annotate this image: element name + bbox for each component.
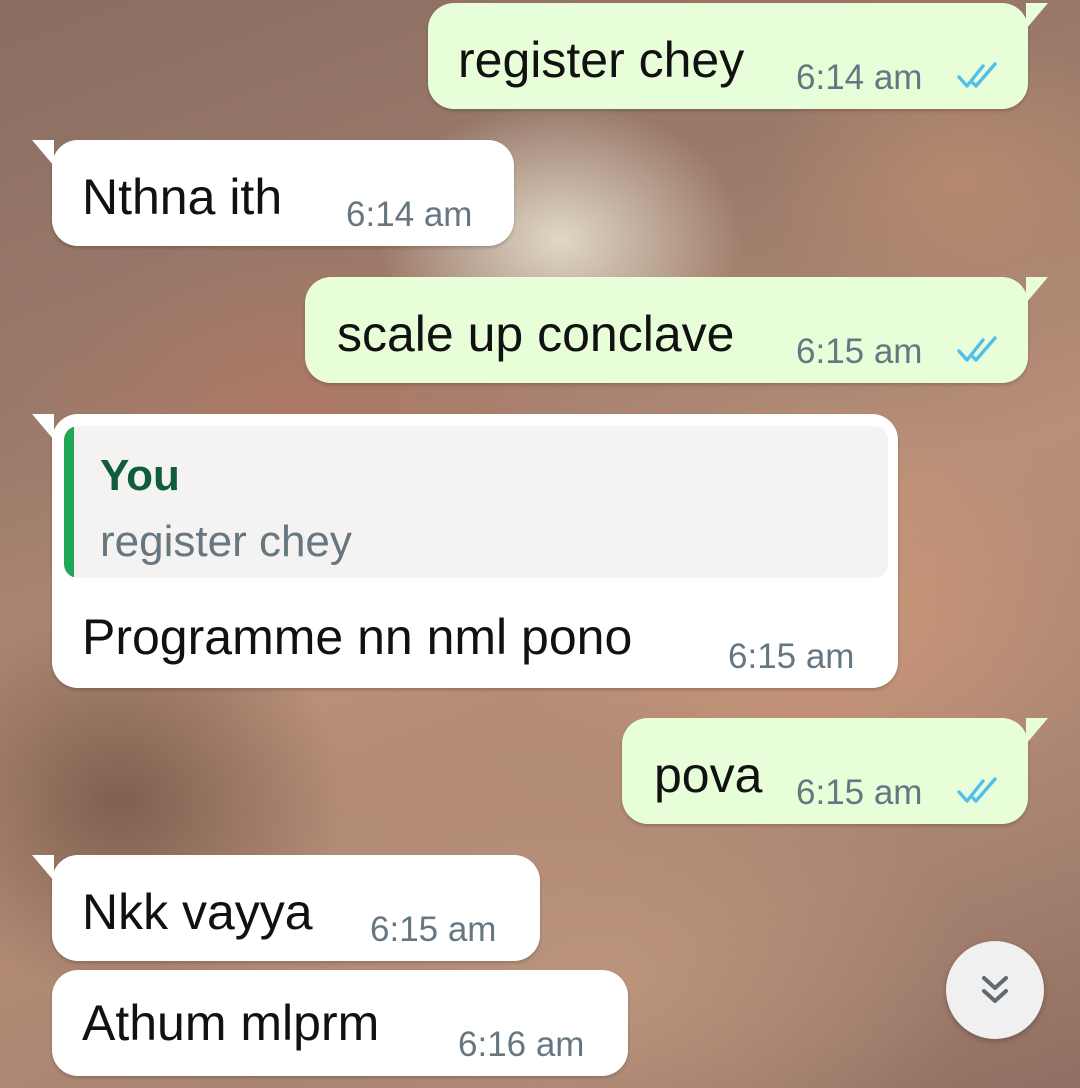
read-receipt-icon <box>957 777 997 803</box>
quote-accent-bar <box>64 426 74 578</box>
message-text: Athum mlprm <box>82 995 380 1051</box>
read-receipt-icon <box>957 336 997 362</box>
incoming-message-bubble[interactable]: You register chey Programme nn nml pono … <box>32 414 898 688</box>
double-chevron-down-icon <box>982 976 1008 1003</box>
incoming-message-bubble[interactable]: Athum mlprm 6:16 am <box>52 970 628 1076</box>
message-timestamp: 6:15 am <box>796 773 923 812</box>
message-text: Programme nn nml pono <box>82 609 633 665</box>
quoted-author: You <box>100 451 180 500</box>
incoming-message-bubble[interactable]: Nthna ith 6:14 am <box>32 140 514 246</box>
message-timestamp: 6:15 am <box>728 637 855 676</box>
message-timestamp: 6:14 am <box>346 195 473 234</box>
message-text: scale up conclave <box>337 306 735 362</box>
scroll-to-bottom-button[interactable] <box>946 941 1044 1039</box>
chat-screen: register chey 6:14 am Nthna ith 6:14 am … <box>0 0 1080 1088</box>
incoming-message-bubble[interactable]: Nkk vayya 6:15 am <box>32 855 540 961</box>
bubble-tail <box>32 140 54 166</box>
read-receipt-icon <box>957 62 997 88</box>
message-text: pova <box>654 747 763 803</box>
message-text: Nthna ith <box>82 169 283 225</box>
bubble-tail <box>32 855 54 881</box>
quoted-message[interactable]: You register chey <box>64 426 888 578</box>
bubble-tail <box>1026 3 1048 29</box>
message-timestamp: 6:15 am <box>796 332 923 371</box>
message-timestamp: 6:15 am <box>370 910 497 949</box>
message-timestamp: 6:14 am <box>796 58 923 97</box>
quoted-text: register chey <box>100 517 352 566</box>
bubble-tail <box>1026 277 1048 303</box>
outgoing-message-bubble[interactable]: pova 6:15 am <box>622 718 1048 824</box>
bubble-tail <box>1026 718 1048 744</box>
message-text: register chey <box>458 32 745 88</box>
outgoing-message-bubble[interactable]: scale up conclave 6:15 am <box>305 277 1048 383</box>
outgoing-message-bubble[interactable]: register chey 6:14 am <box>428 3 1048 109</box>
message-timestamp: 6:16 am <box>458 1025 585 1064</box>
bubble-tail <box>32 414 54 440</box>
message-text: Nkk vayya <box>82 884 313 940</box>
